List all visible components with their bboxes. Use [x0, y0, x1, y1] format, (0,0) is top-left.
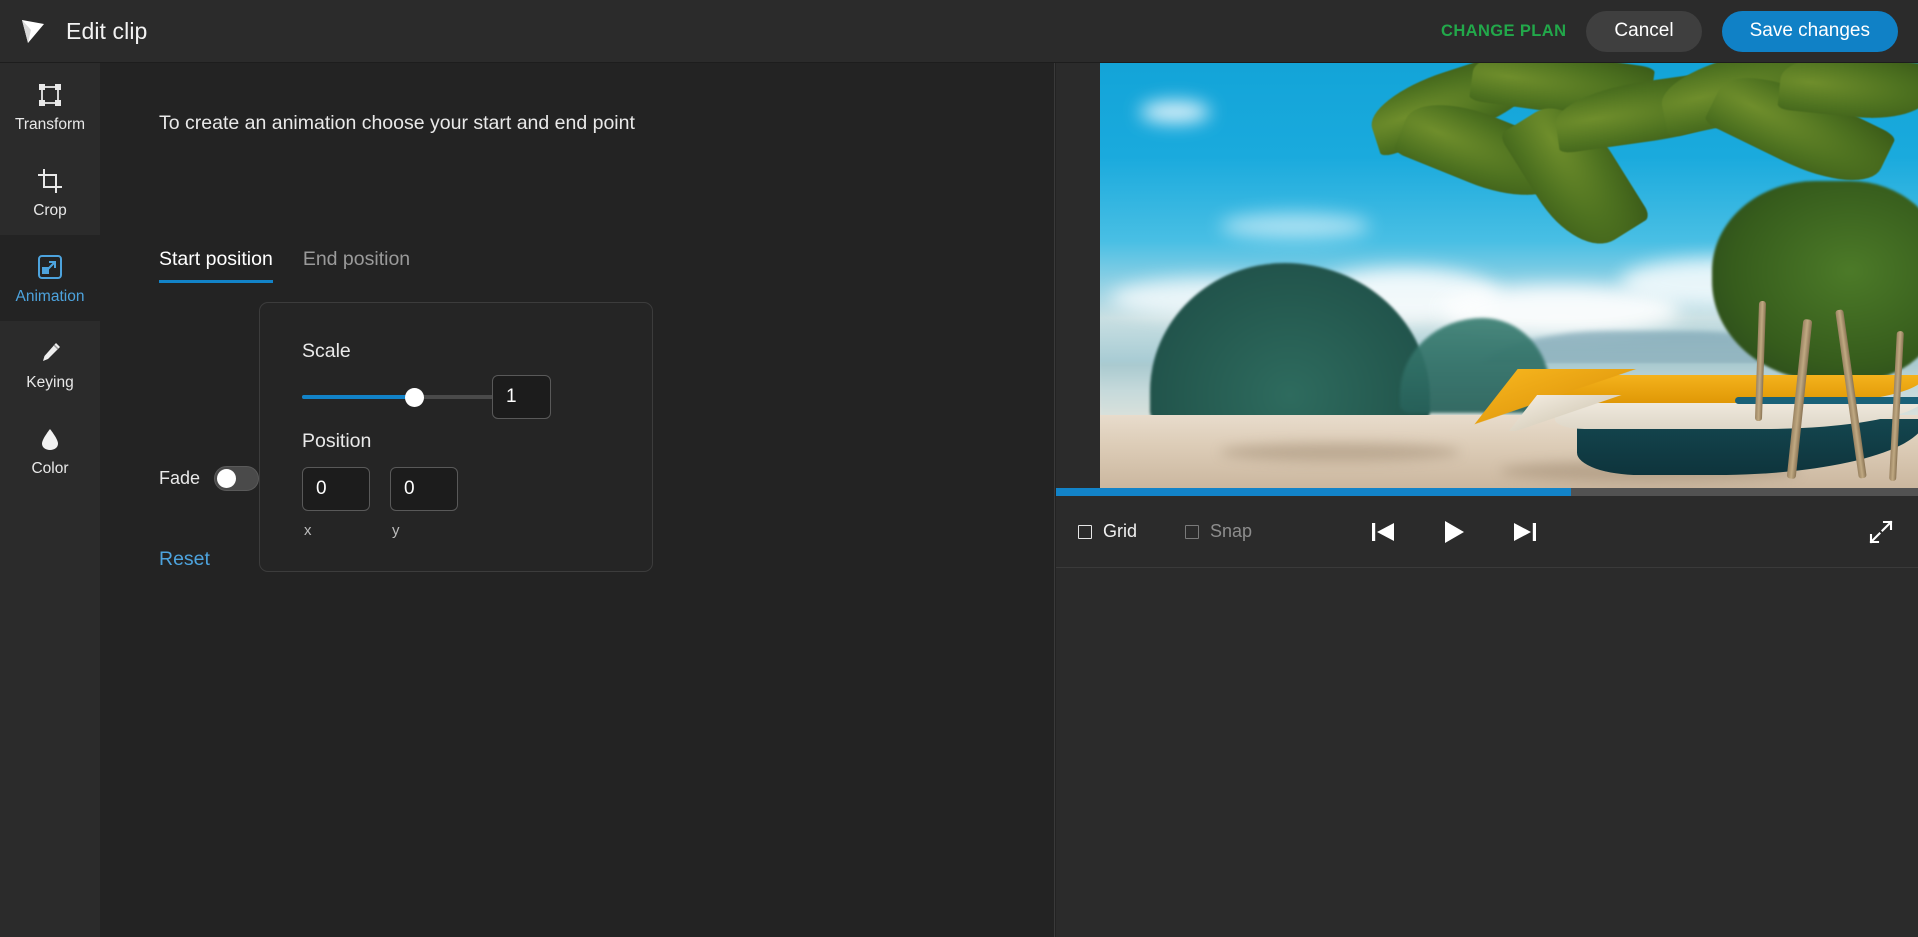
app-header: Edit clip CHANGE PLAN Cancel Save change… — [0, 0, 1918, 63]
skip-to-end-button[interactable] — [1511, 520, 1538, 544]
expand-icon — [1869, 520, 1893, 543]
sand-shadow — [1220, 443, 1460, 461]
tool-sidebar: Transform Crop Animation Keying Color — [0, 63, 100, 937]
sidebar-item-keying[interactable]: Keying — [0, 321, 100, 407]
change-plan-button[interactable]: CHANGE PLAN — [1441, 22, 1566, 41]
sidebar-item-color[interactable]: Color — [0, 407, 100, 493]
sidebar-label-transform: Transform — [14, 115, 86, 133]
sidebar-item-animation[interactable]: Animation — [0, 235, 100, 321]
skip-to-start-icon — [1372, 522, 1395, 541]
animation-edit-panel: To create an animation choose your start… — [100, 63, 1055, 937]
animation-settings-card: Scale Position x y — [259, 302, 653, 572]
playback-progress-bar[interactable] — [1056, 488, 1918, 496]
outrigger-boat — [1472, 300, 1918, 482]
position-y-caption: y — [392, 522, 400, 539]
transport-controls — [1370, 519, 1538, 545]
play-button[interactable] — [1441, 519, 1467, 545]
scale-label: Scale — [302, 340, 351, 362]
save-changes-button[interactable]: Save changes — [1721, 10, 1898, 52]
sidebar-label-animation: Animation — [15, 287, 85, 305]
cloud — [1140, 101, 1210, 123]
snap-checkbox: Snap — [1185, 521, 1252, 542]
sidebar-label-keying: Keying — [26, 373, 74, 391]
position-label: Position — [302, 430, 372, 452]
position-y-input[interactable] — [390, 467, 458, 511]
cancel-button[interactable]: Cancel — [1586, 10, 1702, 52]
sidebar-label-color: Color — [31, 459, 69, 477]
skip-to-end-icon — [1514, 522, 1537, 541]
scale-slider-thumb[interactable] — [404, 387, 424, 407]
sidebar-item-crop[interactable]: Crop — [0, 149, 100, 235]
snap-label: Snap — [1210, 521, 1253, 541]
position-x-input[interactable] — [302, 467, 370, 511]
video-preview[interactable] — [1100, 63, 1918, 488]
player-controls: Grid Snap — [1056, 496, 1918, 568]
fade-row: Fade — [159, 466, 260, 491]
droplet-icon — [37, 424, 63, 454]
fade-toggle[interactable] — [214, 466, 260, 491]
scale-slider-row — [302, 387, 620, 407]
play-icon — [1445, 520, 1465, 543]
header-actions: CHANGE PLAN Cancel Save changes — [1441, 10, 1918, 52]
position-tabs: Start position End position — [159, 248, 410, 283]
scale-value-input[interactable] — [492, 375, 551, 419]
scale-slider-fill — [302, 395, 415, 399]
grid-checkbox[interactable]: Grid — [1078, 521, 1137, 542]
tab-end-position[interactable]: End position — [303, 248, 410, 283]
preview-area: Grid Snap — [1056, 63, 1918, 937]
eyedropper-icon — [37, 338, 63, 368]
paper-plane-logo-icon — [22, 20, 44, 43]
snap-checkbox-box — [1185, 524, 1200, 539]
grid-checkbox-box — [1078, 524, 1092, 539]
animation-icon — [37, 252, 63, 282]
fade-label: Fade — [159, 468, 201, 488]
position-x-caption: x — [304, 522, 312, 539]
transform-icon — [37, 80, 63, 110]
app-logo[interactable] — [0, 16, 66, 46]
page-title: Edit clip — [66, 17, 148, 44]
crop-icon — [37, 166, 63, 196]
playback-progress-fill — [1056, 488, 1571, 496]
preview-stage — [1056, 63, 1918, 505]
preview-empty-area — [1056, 568, 1918, 937]
fade-toggle-knob — [217, 469, 237, 488]
tab-start-position[interactable]: Start position — [159, 248, 273, 283]
fullscreen-button[interactable] — [1868, 519, 1894, 545]
skip-to-start-button[interactable] — [1370, 520, 1397, 544]
sidebar-item-transform[interactable]: Transform — [0, 63, 100, 149]
sidebar-label-crop: Crop — [33, 201, 67, 219]
scale-slider[interactable] — [302, 387, 522, 407]
grid-label: Grid — [1103, 521, 1138, 541]
panel-hint-text: To create an animation choose your start… — [159, 112, 635, 134]
reset-button[interactable]: Reset — [159, 548, 210, 571]
cloud — [1220, 213, 1370, 239]
